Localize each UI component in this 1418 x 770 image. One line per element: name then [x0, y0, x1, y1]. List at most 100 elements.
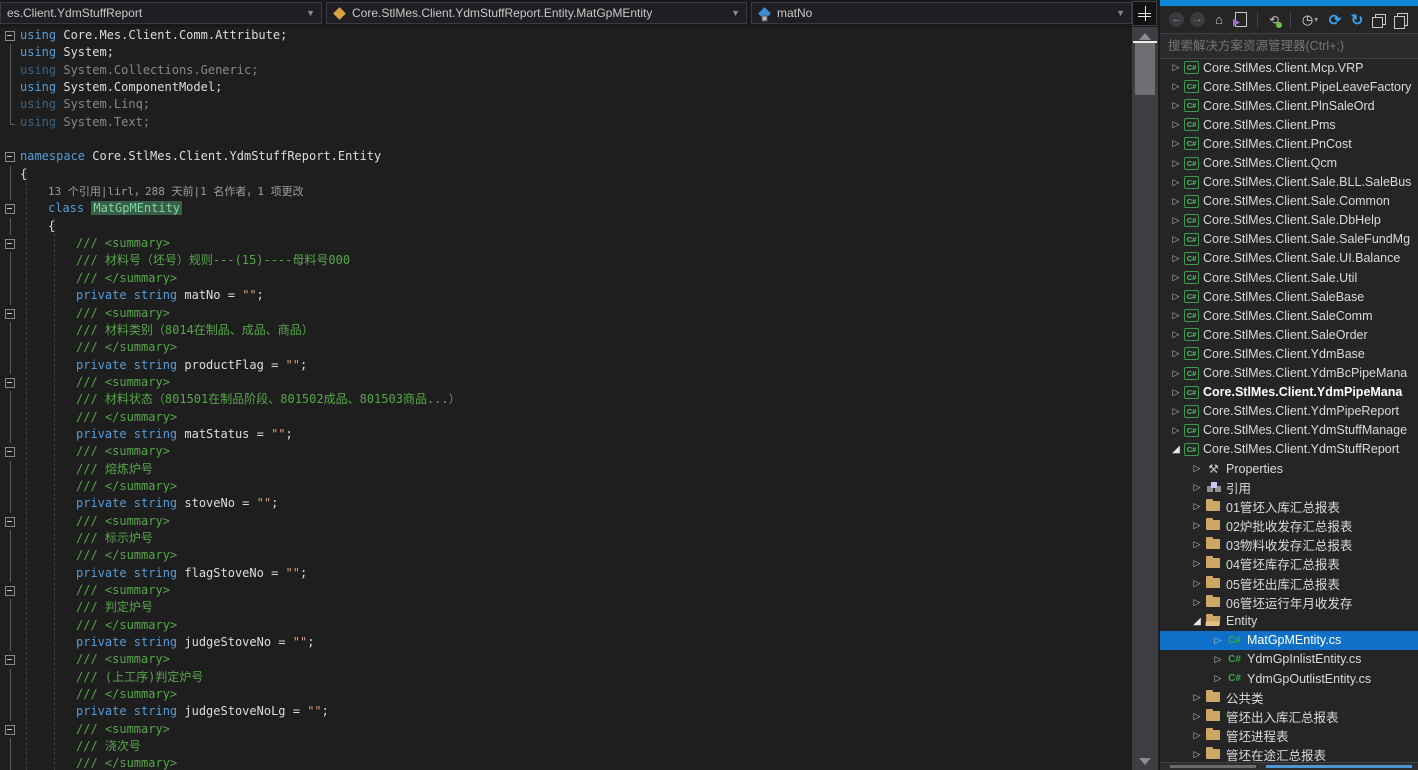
chevron-down-icon[interactable]: ▼	[1110, 8, 1125, 18]
expand-arrow-icon[interactable]: ▷	[1168, 81, 1184, 92]
chevron-down-icon[interactable]: ▼	[300, 8, 315, 18]
tree-item[interactable]: ▷C#Core.StlMes.Client.YdmBase	[1160, 344, 1418, 363]
code-line[interactable]: /// 材料状态（801501在制品阶段、801502成品、801503商品..…	[0, 391, 1132, 408]
expand-arrow-icon[interactable]: ▷	[1168, 62, 1184, 73]
expand-arrow-icon[interactable]: ▷	[1168, 387, 1184, 398]
search-input[interactable]	[1160, 39, 1418, 53]
switch-views-icon[interactable]	[1231, 10, 1251, 30]
scrollbar-thumb[interactable]	[1135, 43, 1155, 95]
code-line[interactable]: /// </summary>	[0, 686, 1132, 703]
tree-item[interactable]: ▷C#Core.StlMes.Client.PnCost	[1160, 134, 1418, 153]
expand-arrow-icon[interactable]: ▷	[1189, 558, 1205, 569]
code-line[interactable]: /// <summary>	[0, 582, 1132, 599]
code-line[interactable]: /// </summary>	[0, 478, 1132, 495]
code-line[interactable]: /// 材料类别（8014在制品、成品、商品）	[0, 322, 1132, 339]
code-line[interactable]: private string matStatus = "";	[0, 426, 1132, 443]
fold-collapse-icon[interactable]	[0, 721, 20, 738]
code-line[interactable]: private string flagStoveNo = "";	[0, 565, 1132, 582]
tree-item[interactable]: ▷管坯进程表	[1160, 726, 1418, 745]
code-line[interactable]: {	[0, 218, 1132, 235]
expand-arrow-icon[interactable]: ▷	[1189, 730, 1205, 741]
expand-arrow-icon[interactable]: ▷	[1168, 310, 1184, 321]
code-line[interactable]: private string judgeStoveNoLg = "";	[0, 703, 1132, 720]
update-icon[interactable]: ↻	[1347, 10, 1367, 30]
code-editor[interactable]: using Core.Mes.Client.Comm.Attribute;usi…	[0, 27, 1132, 770]
code-line[interactable]: /// </summary>	[0, 339, 1132, 356]
expand-arrow-icon[interactable]: ▷	[1168, 368, 1184, 379]
code-line[interactable]: /// </summary>	[0, 409, 1132, 426]
expand-arrow-icon[interactable]: ▷	[1210, 673, 1226, 684]
code-line[interactable]: /// </summary>	[0, 755, 1132, 770]
tree-item[interactable]: ▷03物料收发存汇总报表	[1160, 535, 1418, 554]
tree-item-selected[interactable]: ▷C#MatGpMEntity.cs	[1160, 631, 1418, 650]
tree-item[interactable]: ▷⚒Properties	[1160, 459, 1418, 478]
type-dropdown[interactable]: Core.StlMes.Client.YdmStuffReport.Entity…	[326, 2, 747, 24]
expand-arrow-icon[interactable]: ▷	[1189, 482, 1205, 493]
tree-item[interactable]: ▷C#Core.StlMes.Client.Sale.DbHelp	[1160, 211, 1418, 230]
code-line[interactable]: /// 判定炉号	[0, 599, 1132, 616]
project-dropdown[interactable]: es.Client.YdmStuffReport ▼	[0, 2, 322, 24]
code-line[interactable]: /// <summary>	[0, 305, 1132, 322]
fold-collapse-icon[interactable]	[0, 513, 20, 530]
member-dropdown[interactable]: matNo ▼	[751, 2, 1132, 24]
code-line[interactable]: using System.Text;	[0, 114, 1132, 131]
expand-arrow-icon[interactable]: ▷	[1168, 348, 1184, 359]
code-line[interactable]: private string judgeStoveNo = "";	[0, 634, 1132, 651]
fold-collapse-icon[interactable]	[0, 443, 20, 460]
tree-item[interactable]: ▷管坯出入库汇总报表	[1160, 707, 1418, 726]
tree-item[interactable]: ▷C#YdmGpInlistEntity.cs	[1160, 650, 1418, 669]
fold-collapse-icon[interactable]	[0, 582, 20, 599]
tree-item[interactable]: ▷04管坯库存汇总报表	[1160, 554, 1418, 573]
codelens-info[interactable]: 13 个引用|lirl，288 天前|1 名作者，1 项更改	[20, 183, 304, 200]
tree-item[interactable]: ▷C#Core.StlMes.Client.Sale.UI.Balance	[1160, 249, 1418, 268]
expand-arrow-icon[interactable]: ▷	[1189, 692, 1205, 703]
code-line[interactable]: using System.Linq;	[0, 96, 1132, 113]
code-line[interactable]: private string productFlag = "";	[0, 357, 1132, 374]
collapse-arrow-icon[interactable]: ◢	[1168, 444, 1184, 455]
panel-tab[interactable]	[1170, 765, 1256, 768]
code-line[interactable]: /// <summary>	[0, 374, 1132, 391]
tree-item[interactable]: ◢C#Core.StlMes.Client.YdmStuffReport	[1160, 440, 1418, 459]
code-line[interactable]: using System.ComponentModel;	[0, 79, 1132, 96]
code-line[interactable]: /// </summary>	[0, 617, 1132, 634]
tree-item[interactable]: ▷C#Core.StlMes.Client.YdmPipeMana	[1160, 383, 1418, 402]
tree-item[interactable]: ▷C#Core.StlMes.Client.SaleComm	[1160, 306, 1418, 325]
tree-item[interactable]: ▷C#Core.StlMes.Client.Pms	[1160, 115, 1418, 134]
tree-item[interactable]: ▷引用	[1160, 478, 1418, 497]
fold-collapse-icon[interactable]	[0, 305, 20, 322]
tree-item[interactable]: ▷公共类	[1160, 688, 1418, 707]
code-line[interactable]: using System.Collections.Generic;	[0, 62, 1132, 79]
fold-collapse-icon[interactable]	[0, 651, 20, 668]
tree-item[interactable]: ▷C#Core.StlMes.Client.Sale.BLL.SaleBus	[1160, 173, 1418, 192]
tree-item[interactable]: ▷05管坯出库汇总报表	[1160, 574, 1418, 593]
tree-item[interactable]: ▷C#Core.StlMes.Client.Sale.Util	[1160, 268, 1418, 287]
expand-arrow-icon[interactable]: ▷	[1210, 654, 1226, 665]
code-line[interactable]: /// 熔炼炉号	[0, 461, 1132, 478]
expand-arrow-icon[interactable]: ▷	[1189, 749, 1205, 760]
panel-tab-active[interactable]	[1266, 765, 1412, 768]
tree-item[interactable]: ◢Entity	[1160, 612, 1418, 631]
fold-collapse-icon[interactable]	[0, 374, 20, 391]
code-line[interactable]: private string stoveNo = "";	[0, 495, 1132, 512]
expand-arrow-icon[interactable]: ▷	[1189, 597, 1205, 608]
tree-item[interactable]: ▷02炉批收发存汇总报表	[1160, 516, 1418, 535]
code-line[interactable]: /// <summary>	[0, 721, 1132, 738]
code-line[interactable]: /// 浇次号	[0, 738, 1132, 755]
expand-arrow-icon[interactable]: ▷	[1168, 406, 1184, 417]
back-icon[interactable]: ←	[1169, 12, 1184, 27]
tree-item[interactable]: ▷C#Core.StlMes.Client.YdmStuffManage	[1160, 421, 1418, 440]
expand-arrow-icon[interactable]: ▷	[1168, 196, 1184, 207]
tree-item[interactable]: ▷C#Core.StlMes.Client.Mcp.VRP	[1160, 58, 1418, 77]
collapse-arrow-icon[interactable]: ◢	[1189, 616, 1205, 627]
code-line[interactable]: 13 个引用|lirl，288 天前|1 名作者，1 项更改	[0, 183, 1132, 200]
pending-changes-filter-icon[interactable]: ◷▾	[1297, 10, 1323, 30]
tree-item[interactable]: ▷C#Core.StlMes.Client.PlnSaleOrd	[1160, 96, 1418, 115]
expand-arrow-icon[interactable]: ▷	[1189, 578, 1205, 589]
code-line[interactable]: /// (上工序)判定炉号	[0, 669, 1132, 686]
code-line[interactable]: /// 材料号（坯号）规则---(15)----母料号000	[0, 252, 1132, 269]
expand-arrow-icon[interactable]: ▷	[1210, 635, 1226, 646]
expand-arrow-icon[interactable]: ▷	[1168, 425, 1184, 436]
tree-item[interactable]: ▷C#Core.StlMes.Client.Sale.Common	[1160, 192, 1418, 211]
expand-arrow-icon[interactable]: ▷	[1168, 291, 1184, 302]
tree-item[interactable]: ▷C#Core.StlMes.Client.YdmBcPipeMana	[1160, 364, 1418, 383]
